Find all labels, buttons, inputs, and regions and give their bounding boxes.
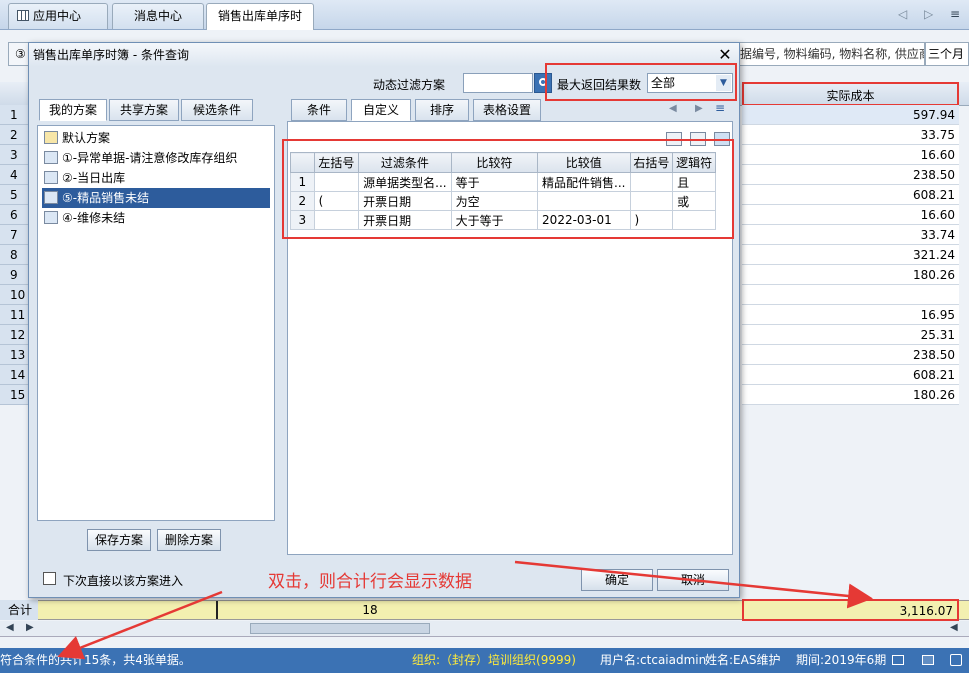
arrow-to-total	[514, 560, 873, 609]
annotation-arrows	[57, 560, 873, 660]
arrow-to-status	[57, 590, 223, 660]
